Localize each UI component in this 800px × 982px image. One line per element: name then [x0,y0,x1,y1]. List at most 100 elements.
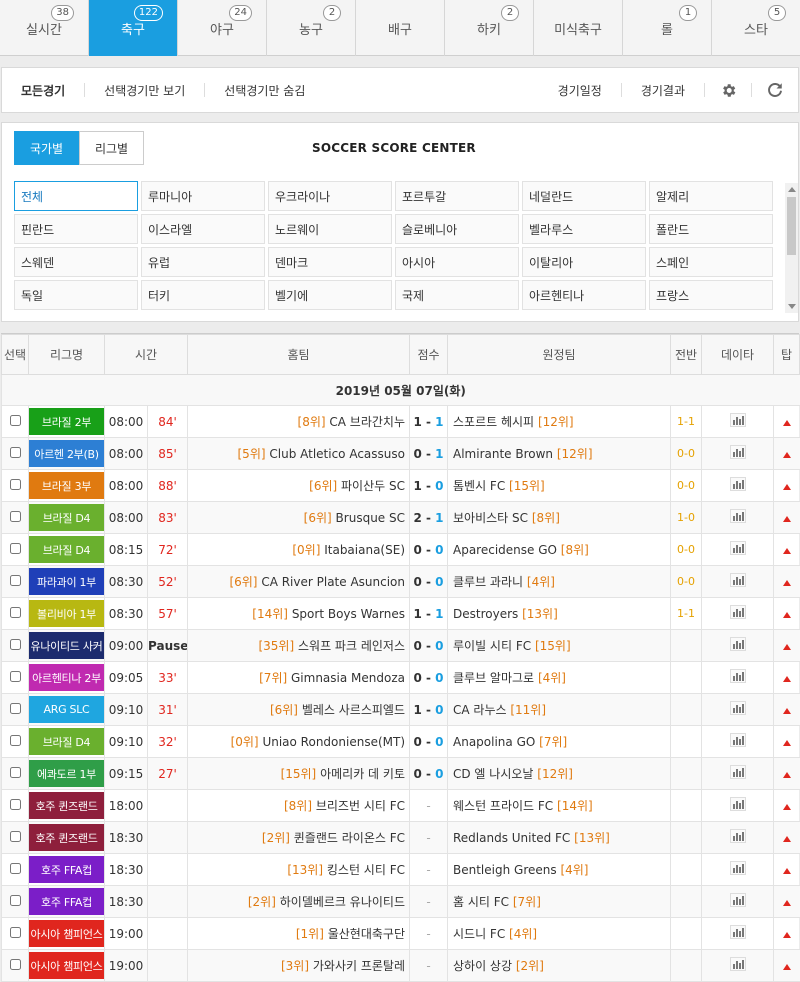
country-item[interactable]: 벨라루스 [522,214,646,244]
row-checkbox[interactable] [9,830,21,842]
away-team-cell[interactable]: 홈 시티 FC [7위] [447,885,671,918]
tab-sport-5[interactable]: 하키 2 [445,0,534,56]
league-badge[interactable]: 브라질 3부 [29,472,104,499]
up-arrow-icon[interactable] [782,611,791,618]
home-team-cell[interactable]: [0위] Uniao Rondoniense(MT) [187,725,410,758]
league-badge[interactable]: 볼리비아 1부 [29,600,104,627]
up-arrow-icon[interactable] [782,803,791,810]
up-arrow-icon[interactable] [782,483,791,490]
up-arrow-icon[interactable] [782,643,791,650]
league-badge[interactable]: 아시아 챔피언스 [29,952,104,979]
away-team-cell[interactable]: CD 엘 나시오날 [12위] [447,757,671,790]
row-checkbox[interactable] [9,606,21,618]
away-team-cell[interactable]: Bentleigh Greens [4위] [447,853,671,886]
league-badge[interactable]: 호주 FFA컵 [29,888,104,915]
row-checkbox[interactable] [9,414,21,426]
home-team-cell[interactable]: [2위] 하이델베르크 유나이티드 [187,885,410,918]
country-item[interactable]: 우크라이나 [268,181,392,211]
away-team-cell[interactable]: 보아비스타 SC [8위] [447,501,671,534]
home-team-cell[interactable]: [8위] 브리즈번 시티 FC [187,789,410,822]
country-item[interactable]: 스페인 [649,247,773,277]
row-checkbox[interactable] [9,798,21,810]
country-item[interactable]: 독일 [14,280,138,310]
tab-sport-0[interactable]: 실시간 38 [0,0,89,56]
away-team-cell[interactable]: Anapolina GO [7위] [447,725,671,758]
tab-sport-6[interactable]: 미식축구 [534,0,623,56]
row-checkbox[interactable] [9,734,21,746]
row-checkbox[interactable] [9,478,21,490]
scroll-down-icon[interactable] [788,304,796,309]
home-team-cell[interactable]: [6위] CA River Plate Asuncion [187,565,410,598]
bar-chart-icon[interactable] [729,637,746,654]
country-item[interactable]: 스웨덴 [14,247,138,277]
away-team-cell[interactable]: 클루브 알마그로 [4위] [447,661,671,694]
home-team-cell[interactable]: [13위] 킹스턴 시티 FC [187,853,410,886]
league-badge[interactable]: 브라질 D4 [29,728,104,755]
up-arrow-icon[interactable] [782,419,791,426]
away-team-cell[interactable]: Redlands United FC [13위] [447,821,671,854]
home-team-cell[interactable]: [2위] 퀸즐랜드 라이온스 FC [187,821,410,854]
tab-country[interactable]: 국가별 [14,131,79,165]
bar-chart-icon[interactable] [729,573,746,590]
scroll-thumb[interactable] [787,197,796,255]
country-item[interactable]: 덴마크 [268,247,392,277]
league-badge[interactable]: 유나이티드 사커 [29,632,104,659]
country-item[interactable]: 루마니아 [141,181,265,211]
country-item[interactable]: 터키 [141,280,265,310]
league-badge[interactable]: 아르헨티나 2부 [29,664,104,691]
country-item[interactable]: 이스라엘 [141,214,265,244]
bar-chart-icon[interactable] [729,701,746,718]
row-checkbox[interactable] [9,638,21,650]
away-team-cell[interactable]: 루이빌 시티 FC [15위] [447,629,671,662]
away-team-cell[interactable]: Almirante Brown [12위] [447,437,671,470]
up-arrow-icon[interactable] [782,867,791,874]
tab-sport-3[interactable]: 농구 2 [267,0,356,56]
home-team-cell[interactable]: [0위] Itabaiana(SE) [187,533,410,566]
away-team-cell[interactable]: Aparecidense GO [8위] [447,533,671,566]
away-team-cell[interactable]: CA 라누스 [11위] [447,693,671,726]
scroll-up-icon[interactable] [788,187,796,192]
tab-league[interactable]: 리그별 [79,131,144,165]
up-arrow-icon[interactable] [782,835,791,842]
tab-sport-1[interactable]: 축구 122 [89,0,178,56]
up-arrow-icon[interactable] [782,963,791,970]
home-team-cell[interactable]: [15위] 아메리카 데 키토 [187,757,410,790]
tab-sport-8[interactable]: 스타 5 [712,0,800,56]
away-team-cell[interactable]: 클루브 과라니 [4위] [447,565,671,598]
home-team-cell[interactable]: [1위] 울산현대축구단 [187,917,410,950]
row-checkbox[interactable] [9,862,21,874]
filter-show-selected[interactable]: 선택경기만 보기 [85,82,204,99]
country-item[interactable]: 알제리 [649,181,773,211]
country-item[interactable]: 벨기에 [268,280,392,310]
country-item[interactable]: 노르웨이 [268,214,392,244]
bar-chart-icon[interactable] [729,541,746,558]
up-arrow-icon[interactable] [782,707,791,714]
away-team-cell[interactable]: 웨스턴 프라이드 FC [14위] [447,789,671,822]
tab-sport-4[interactable]: 배구 [356,0,445,56]
home-team-cell[interactable]: [6위] 파이산두 SC [187,469,410,502]
league-badge[interactable]: 아시아 챔피언스 [29,920,104,947]
up-arrow-icon[interactable] [782,451,791,458]
bar-chart-icon[interactable] [729,765,746,782]
row-checkbox[interactable] [9,702,21,714]
bar-chart-icon[interactable] [729,957,746,974]
country-item[interactable]: 슬로베니아 [395,214,519,244]
home-team-cell[interactable]: [14위] Sport Boys Warnes [187,597,410,630]
country-item[interactable]: 핀란드 [14,214,138,244]
home-team-cell[interactable]: [35위] 스워프 파크 레인저스 [187,629,410,662]
gear-icon[interactable] [705,82,751,99]
bar-chart-icon[interactable] [729,829,746,846]
bar-chart-icon[interactable] [729,477,746,494]
away-team-cell[interactable]: 스포르트 헤시피 [12위] [447,405,671,438]
league-badge[interactable]: 호주 FFA컵 [29,856,104,883]
country-item[interactable]: 포르투갈 [395,181,519,211]
up-arrow-icon[interactable] [782,771,791,778]
bar-chart-icon[interactable] [729,733,746,750]
bar-chart-icon[interactable] [729,893,746,910]
row-checkbox[interactable] [9,766,21,778]
row-checkbox[interactable] [9,510,21,522]
bar-chart-icon[interactable] [729,669,746,686]
country-item[interactable]: 프랑스 [649,280,773,310]
country-item[interactable]: 국제 [395,280,519,310]
row-checkbox[interactable] [9,574,21,586]
